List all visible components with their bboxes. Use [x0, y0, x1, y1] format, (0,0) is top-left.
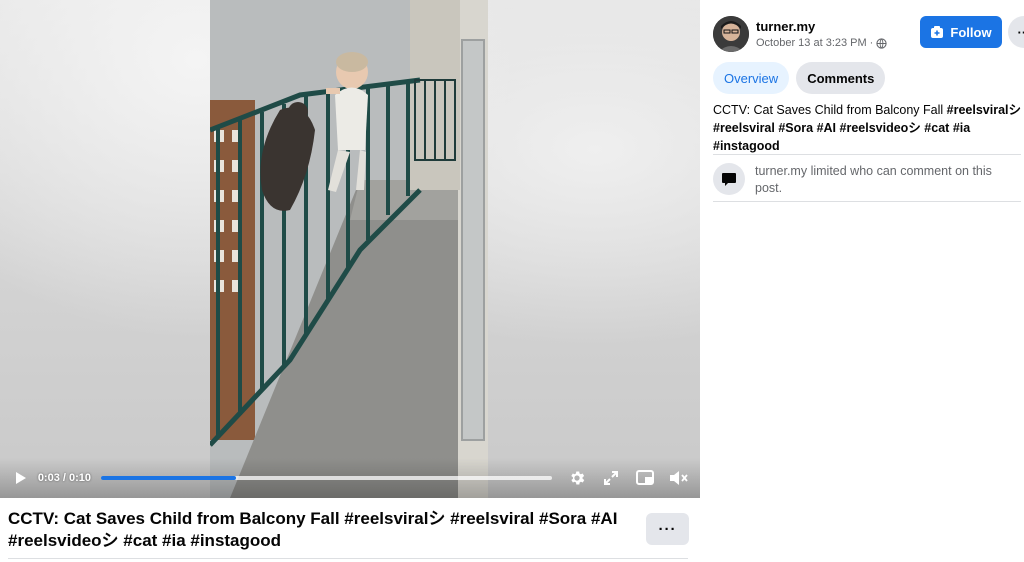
expand-icon — [604, 471, 618, 485]
comment-restriction-notice: turner.my limited who can comment on thi… — [713, 163, 1021, 197]
pip-icon — [636, 470, 654, 485]
post-more-button[interactable]: ··· — [646, 513, 689, 545]
post-date[interactable]: October 13 at 3:23 PM — [756, 37, 867, 49]
tab-overview[interactable]: Overview — [713, 62, 790, 94]
time-separator: / — [59, 472, 70, 484]
comment-notice-text: turner.my limited who can comment on thi… — [755, 164, 992, 195]
gear-icon — [571, 471, 585, 485]
divider — [713, 154, 1021, 155]
avatar[interactable] — [713, 16, 749, 52]
settings-button[interactable] — [566, 467, 588, 489]
side-more-button[interactable]: ··· — [1008, 16, 1024, 48]
video-controls: 0:03 / 0:10 — [0, 458, 700, 498]
duration: 0:10 — [69, 472, 92, 484]
picture-in-picture-button[interactable] — [634, 467, 656, 489]
tab-comments[interactable]: Comments — [796, 62, 886, 94]
video-controls-right — [566, 467, 690, 489]
author-name[interactable]: turner.my — [756, 19, 815, 34]
hashtag-link[interactable]: #reelsviral — [713, 121, 775, 135]
mute-button[interactable] — [668, 467, 690, 489]
video-time: 0:03 / 0:10 — [38, 472, 91, 484]
avatar-image — [713, 16, 749, 52]
meta-separator: · — [869, 37, 874, 49]
globe-icon — [876, 37, 887, 49]
hashtag-link[interactable]: #instagood — [713, 139, 780, 153]
divider — [713, 201, 1021, 202]
play-icon — [15, 472, 26, 484]
speaker-muted-icon — [670, 471, 688, 485]
post-title: CCTV: Cat Saves Child from Balcony Fall … — [8, 509, 618, 550]
hashtag-link[interactable]: #AI — [817, 121, 836, 135]
panel-tabs: Overview Comments — [713, 62, 886, 94]
post-caption: CCTV: Cat Saves Child from Balcony Fall … — [713, 101, 1023, 155]
fullscreen-button[interactable] — [600, 467, 622, 489]
progress-fill — [101, 476, 237, 480]
follow-label: Follow — [950, 24, 992, 40]
side-panel: turner.my October 13 at 3:23 PM · Follow… — [700, 0, 1024, 562]
divider — [8, 558, 688, 559]
balcony-scene-image — [210, 0, 488, 498]
hashtag-link[interactable]: #reelsviralシ — [947, 103, 1021, 117]
current-time: 0:03 — [37, 472, 60, 484]
follow-page-icon — [931, 26, 944, 38]
speech-bubble-icon — [713, 163, 745, 195]
video-player[interactable]: 0:03 / 0:10 — [0, 0, 700, 498]
hashtag-link[interactable]: #ia — [953, 121, 970, 135]
hashtag-link[interactable]: #cat — [924, 121, 949, 135]
caption-text: CCTV: Cat Saves Child from Balcony Fall — [713, 103, 944, 117]
progress-bar[interactable] — [101, 476, 552, 480]
follow-button[interactable]: Follow — [920, 16, 1002, 48]
hashtag-link[interactable]: #Sora — [778, 121, 813, 135]
hashtag-link[interactable]: #reelsvideoシ — [840, 121, 921, 135]
post-meta: October 13 at 3:23 PM · — [756, 37, 887, 49]
play-button[interactable] — [10, 467, 32, 489]
video-frame[interactable] — [210, 0, 488, 498]
reel-viewer: 0:03 / 0:10 CCTV: Cat Saves Child from B… — [0, 0, 1024, 562]
